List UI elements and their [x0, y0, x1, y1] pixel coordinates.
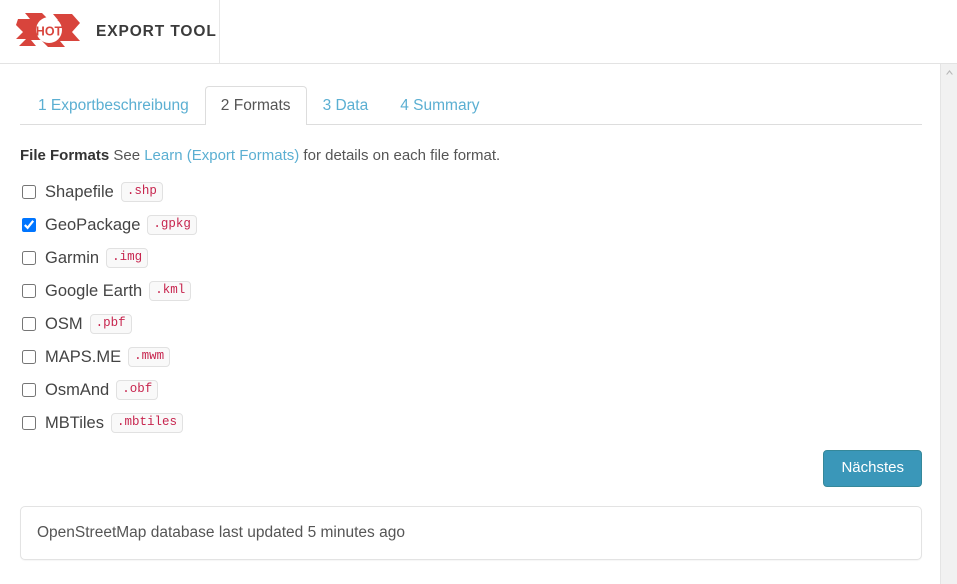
format-option-osm[interactable]: OSM .pbf [20, 307, 922, 340]
format-label-osm: OSM [45, 314, 83, 333]
wizard-actions: Nächstes [20, 450, 922, 487]
checkbox-geopackage[interactable] [22, 217, 36, 232]
tab-summary[interactable]: 4 Summary [384, 86, 495, 125]
tab-formats[interactable]: 2 Formats [204, 86, 307, 125]
format-label-google-earth: Google Earth [45, 281, 143, 300]
hot-logo-icon: HOT [14, 9, 86, 55]
format-label-geopackage: GeoPackage [45, 215, 141, 234]
extension-badge-shapefile: .shp [120, 181, 163, 202]
wizard-tabs: 1 Exportbeschreibung 2 Formats 3 Data 4 … [20, 86, 922, 125]
extension-badge-garmin: .img [106, 247, 149, 268]
format-option-garmin[interactable]: Garmin .img [20, 241, 922, 274]
format-label-mbtiles: MBTiles [45, 413, 104, 432]
page-scroll-container: 1 Exportbeschreibung 2 Formats 3 Data 4 … [0, 64, 957, 584]
file-formats-heading: File Formats [20, 147, 110, 164]
format-option-osmand[interactable]: OsmAnd .obf [20, 373, 922, 406]
extension-badge-osmand: .obf [116, 379, 159, 400]
extension-badge-geopackage: .gpkg [147, 214, 197, 235]
next-button[interactable]: Nächstes [823, 450, 922, 487]
file-format-list: Shapefile .shp GeoPackage .gpkg Garmin .… [20, 175, 922, 439]
format-option-mbtiles[interactable]: MBTiles .mbtiles [20, 406, 922, 439]
svg-text:HOT: HOT [36, 24, 63, 38]
format-label-shapefile: Shapefile [45, 182, 114, 201]
format-option-shapefile[interactable]: Shapefile .shp [20, 175, 922, 208]
help-suffix-text: for details on each file format. [299, 147, 501, 164]
extension-badge-mbtiles: .mbtiles [110, 412, 183, 433]
format-label-garmin: Garmin [45, 248, 100, 267]
format-option-google-earth[interactable]: Google Earth .kml [20, 274, 922, 307]
checkbox-osm[interactable] [22, 316, 36, 331]
format-label-maps-me: MAPS.ME [45, 347, 122, 366]
brand-link[interactable]: HOT EXPORT TOOL [0, 0, 220, 63]
top-navbar: HOT EXPORT TOOL [0, 0, 957, 64]
format-option-geopackage[interactable]: GeoPackage .gpkg [20, 208, 922, 241]
extension-badge-maps-me: .mwm [128, 346, 171, 367]
checkbox-shapefile[interactable] [22, 184, 36, 199]
format-option-maps-me[interactable]: MAPS.ME .mwm [20, 340, 922, 373]
page-content: 1 Exportbeschreibung 2 Formats 3 Data 4 … [0, 86, 942, 560]
format-label-osmand: OsmAnd [45, 380, 110, 399]
navbar-empty-area [220, 0, 957, 63]
file-formats-help: File Formats See Learn (Export Formats) … [20, 146, 922, 166]
checkbox-garmin[interactable] [22, 250, 36, 265]
database-status-text: OpenStreetMap database last updated 5 mi… [37, 524, 405, 541]
checkbox-osmand[interactable] [22, 382, 36, 397]
tab-data[interactable]: 3 Data [307, 86, 385, 125]
extension-badge-osm: .pbf [89, 313, 132, 334]
checkbox-mbtiles[interactable] [22, 415, 36, 430]
checkbox-google-earth[interactable] [22, 283, 36, 298]
database-status-panel: OpenStreetMap database last updated 5 mi… [20, 506, 922, 560]
help-prefix-text: See [113, 147, 145, 164]
page-scrollbar[interactable] [940, 64, 957, 584]
extension-badge-google-earth: .kml [149, 280, 192, 301]
learn-export-formats-link[interactable]: Learn (Export Formats) [144, 147, 299, 164]
tab-export-description[interactable]: 1 Exportbeschreibung [22, 86, 205, 125]
brand-title: EXPORT TOOL [96, 22, 217, 40]
scroll-up-arrow-icon[interactable] [941, 64, 957, 81]
checkbox-maps-me[interactable] [22, 349, 36, 364]
